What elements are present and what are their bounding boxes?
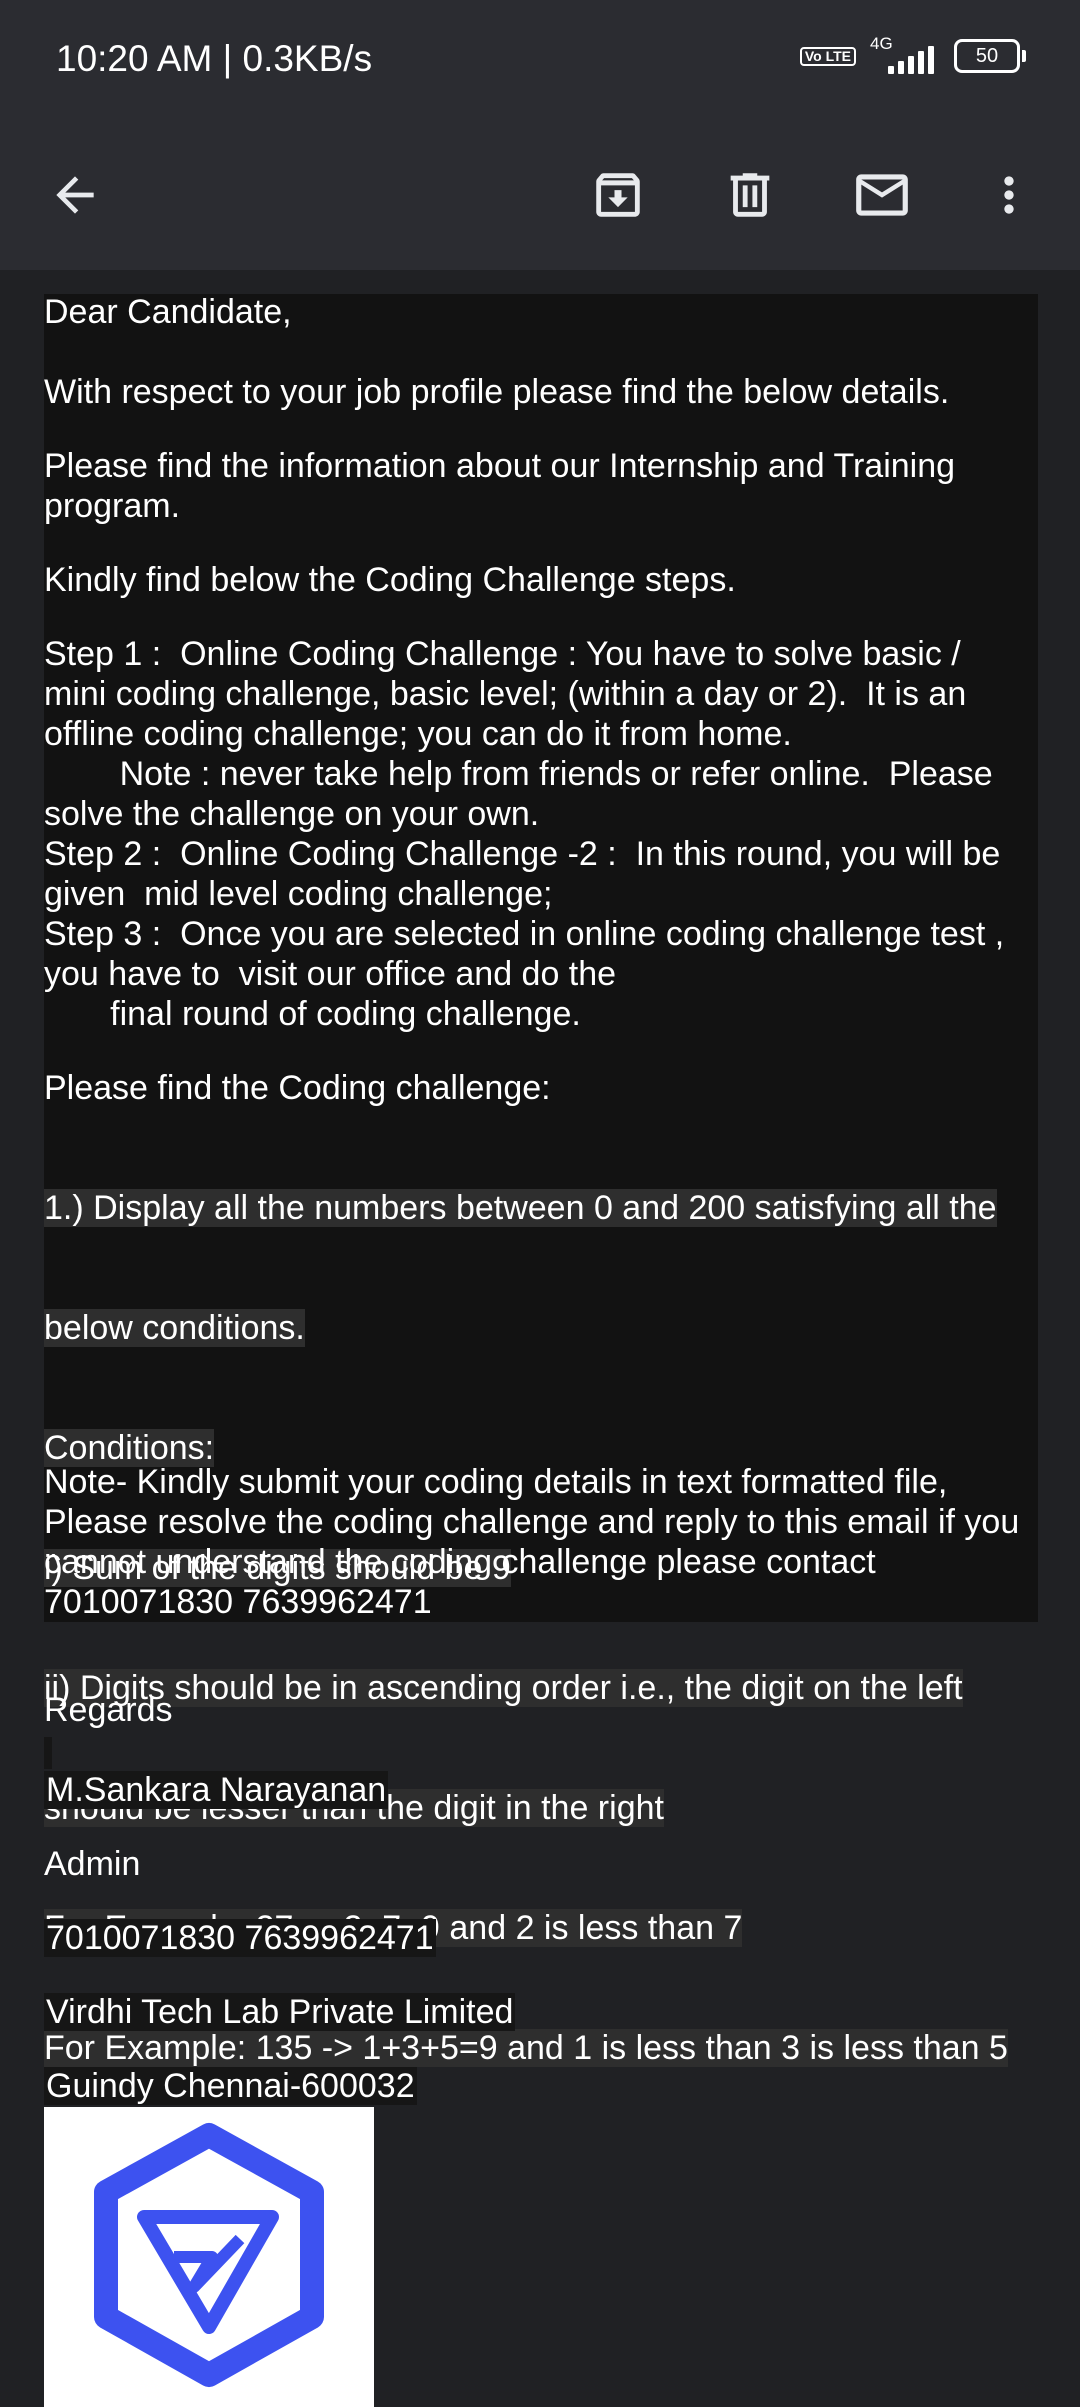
- archive-button[interactable]: [573, 150, 663, 240]
- steps-text: Step 1 : Online Coding Challenge : You h…: [44, 635, 1005, 1033]
- note-paragraph: Note- Kindly submit your coding details …: [44, 1463, 1020, 1621]
- challenge-intro: Please find the Coding challenge:: [44, 1069, 551, 1107]
- status-icons: Vo LTE 4G 50: [799, 34, 1026, 76]
- back-arrow-icon: [56, 176, 94, 214]
- signature-spacer: [44, 1737, 52, 1769]
- mark-unread-icon: [856, 174, 908, 216]
- challenge-line: For Example: 135 -> 1+3+5=9 and 1 is les…: [44, 2029, 1008, 2067]
- battery-icon: 50: [954, 39, 1026, 73]
- status-time: 10:20 AM | 0.3KB/s: [56, 38, 373, 79]
- email-body: Dear Candidate, With respect to your job…: [0, 270, 1080, 2407]
- back-button[interactable]: [30, 150, 120, 240]
- challenge-line: 1.) Display all the numbers between 0 an…: [44, 1189, 997, 1227]
- delete-button[interactable]: [705, 150, 795, 240]
- signature-company-text: Virdhi Tech Lab Private Limited: [44, 1993, 516, 2031]
- signature-title: Admin: [44, 1845, 141, 1883]
- delete-icon: [730, 173, 770, 217]
- signature-company: Virdhi Tech Lab Private Limited: [44, 1992, 516, 2032]
- regards: Regards: [44, 1691, 173, 1729]
- archive-icon: [596, 173, 640, 217]
- challenge-line: below conditions.: [44, 1309, 305, 1347]
- challenge-line: ii) Digits should be in ascending order …: [44, 1669, 963, 1707]
- signature-address-text: Guindy Chennai-600032: [44, 2067, 417, 2105]
- intro-paragraph: With respect to your job profile please …: [44, 373, 950, 411]
- signature-phones-text[interactable]: 7010071830 7639962471: [44, 1919, 436, 1957]
- signal-icon: 4G: [870, 34, 940, 76]
- steps-intro: Kindly find below the Coding Challenge s…: [44, 561, 736, 599]
- more-options-button[interactable]: [964, 150, 1054, 240]
- signature-name: M.Sankara Narayanan: [44, 1770, 389, 1810]
- program-paragraph: Please find the information about our In…: [44, 447, 956, 525]
- status-bar: 10:20 AM | 0.3KB/s Vo LTE 4G 50: [0, 0, 1080, 120]
- signature-phones[interactable]: 7010071830 7639962471: [44, 1918, 436, 1958]
- volte-icon: Vo LTE: [799, 46, 856, 66]
- company-logo-image: [44, 2107, 374, 2407]
- mark-unread-button[interactable]: [837, 150, 927, 240]
- greeting: Dear Candidate,: [44, 293, 292, 331]
- more-vert-icon: [1004, 176, 1014, 214]
- email-toolbar: [0, 120, 1080, 270]
- signature-address: Guindy Chennai-600032: [44, 2066, 417, 2106]
- signature-name-text: M.Sankara Narayanan: [44, 1771, 389, 1809]
- virdhi-logo-icon: [94, 2123, 324, 2387]
